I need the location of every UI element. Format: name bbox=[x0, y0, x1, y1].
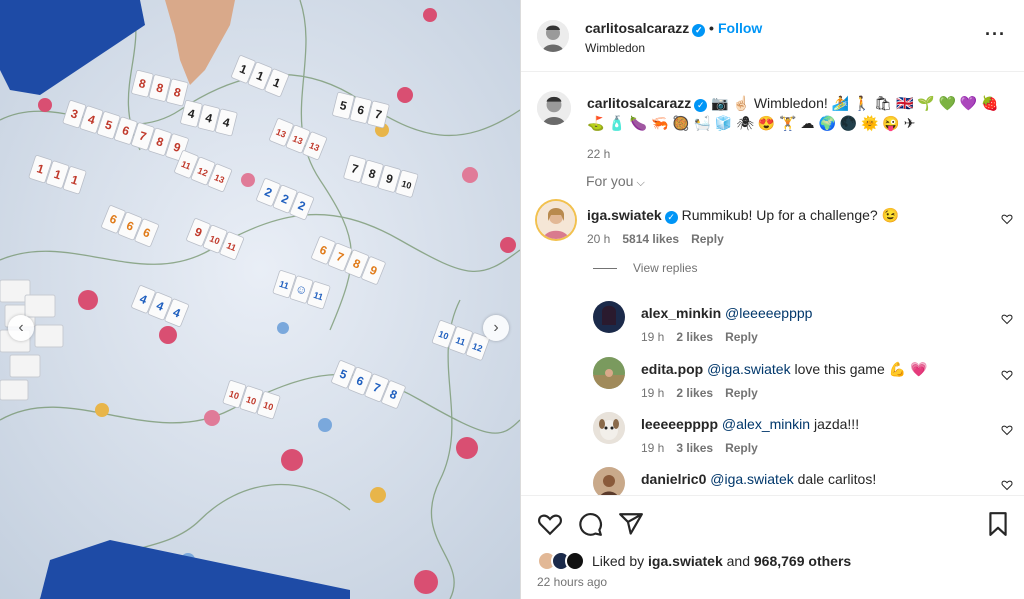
post-photo[interactable]: 8 8 8 3 4 5 6 7 8 9 4 4 4 1 1 1 5 6 7 13 13 13 1 1 1 11 12 13 7 8 9 10 2… bbox=[0, 0, 520, 599]
liked-by-prefix: Liked by bbox=[592, 553, 645, 569]
comment-likes[interactable]: 5814 likes bbox=[622, 232, 679, 246]
liker-avatar bbox=[565, 551, 585, 571]
reply-username[interactable]: danielric0 bbox=[641, 471, 706, 487]
reply-mention[interactable]: @iga.swiatek bbox=[710, 471, 793, 487]
author-username-text[interactable]: carlitosalcarazz bbox=[585, 20, 689, 36]
reply-time: 19 h bbox=[641, 386, 665, 400]
reply-text: love this game 💪 💗 bbox=[794, 361, 928, 377]
rummikub-photo: 8 8 83 4 5 6 7 8 94 4 41 1 15 6 71313131 1 11112137 8 9 102… bbox=[0, 0, 520, 599]
post-header: carlitosalcarazz ✓ • Follow Wimbledon ··· bbox=[521, 0, 1024, 72]
chevron-left-icon: ‹ bbox=[18, 319, 24, 336]
separator-dot: • bbox=[709, 20, 714, 36]
reply-time: 19 h bbox=[641, 330, 665, 344]
post-panel: carlitosalcarazz ✓ • Follow Wimbledon ···… bbox=[520, 0, 1024, 599]
comment-meta: 20 h 5814 likes Reply bbox=[587, 232, 736, 246]
reply-time: 19 h bbox=[641, 441, 665, 455]
comment-icon[interactable] bbox=[577, 511, 603, 537]
follow-button[interactable]: Follow bbox=[718, 20, 762, 36]
verified-icon: ✓ bbox=[664, 211, 678, 224]
comment-time: 20 h bbox=[587, 232, 611, 246]
comment-reply-button[interactable]: Reply bbox=[691, 232, 724, 246]
reply-mention[interactable]: @leeeeepppp bbox=[725, 305, 812, 321]
heart-icon[interactable] bbox=[1001, 369, 1013, 381]
reply-username[interactable]: edita.pop bbox=[641, 361, 703, 377]
liked-by-user[interactable]: iga.swiatek bbox=[648, 553, 723, 569]
reply-mention[interactable]: @alex_minkin bbox=[722, 416, 810, 432]
reply-text-line: alex_minkin @leeeeepppp bbox=[641, 305, 812, 321]
for-you-label: For you bbox=[586, 173, 634, 189]
reply-mention[interactable]: @iga.swiatek bbox=[707, 361, 790, 377]
reply-likes[interactable]: 3 likes bbox=[676, 441, 713, 455]
comment-text: Rummikub! Up for a challenge? 😉 bbox=[681, 207, 900, 223]
view-replies-label: View replies bbox=[633, 261, 698, 275]
comment-username[interactable]: iga.swiatek bbox=[587, 207, 662, 223]
share-icon[interactable] bbox=[618, 511, 644, 537]
author-avatar[interactable] bbox=[537, 20, 569, 52]
replier-avatar[interactable] bbox=[593, 357, 625, 389]
replier-avatar[interactable] bbox=[593, 467, 625, 495]
heart-icon[interactable] bbox=[1001, 479, 1013, 491]
reply-text-line: danielric0 @iga.swiatek dale carlitos! bbox=[641, 471, 876, 487]
verified-icon: ✓ bbox=[692, 24, 706, 37]
next-photo-button[interactable]: › bbox=[483, 315, 509, 341]
reply-reply-button[interactable]: Reply bbox=[725, 386, 758, 400]
reply-reply-button[interactable]: Reply bbox=[725, 441, 758, 455]
heart-icon[interactable] bbox=[1001, 313, 1013, 325]
reply-text: jazda!!! bbox=[813, 416, 860, 432]
caption-text-block: carlitosalcarazz ✓ 📷 ☝🏻 Wimbledon! 🏄 🚶 🛍 … bbox=[587, 93, 1007, 133]
comments-section[interactable]: carlitosalcarazz ✓ 📷 ☝🏻 Wimbledon! 🏄 🚶 🛍 … bbox=[521, 73, 1024, 495]
liker-avatars bbox=[537, 551, 589, 571]
reply-text-line: edita.pop @iga.swiatek love this game 💪 … bbox=[641, 361, 927, 378]
replier-avatar[interactable] bbox=[593, 412, 625, 444]
post-location[interactable]: Wimbledon bbox=[585, 41, 645, 55]
chevron-right-icon: › bbox=[493, 319, 499, 336]
more-icon[interactable]: ··· bbox=[985, 25, 1006, 43]
reply-meta: 19 h 3 likes Reply bbox=[641, 441, 770, 455]
heart-icon[interactable] bbox=[537, 511, 563, 537]
reply-item: alex_minkin @leeeeepppp 19 h 2 likes Reply bbox=[593, 301, 1013, 351]
reply-item: edita.pop @iga.swiatek love this game 💪 … bbox=[593, 357, 1013, 407]
reply-meta: 19 h 2 likes Reply bbox=[641, 386, 770, 400]
heart-icon[interactable] bbox=[1001, 424, 1013, 436]
likes-text: Liked by iga.swiatek and 968,769 others bbox=[592, 553, 851, 569]
chevron-down-icon: ⌵ bbox=[636, 177, 645, 189]
caption-avatar[interactable] bbox=[537, 91, 571, 125]
for-you-toggle[interactable]: For you ⌵ bbox=[586, 173, 645, 190]
reply-likes[interactable]: 2 likes bbox=[676, 330, 713, 344]
caption-time: 22 h bbox=[587, 147, 611, 161]
bookmark-icon[interactable] bbox=[985, 511, 1011, 537]
commenter-avatar[interactable] bbox=[537, 201, 575, 239]
author-username[interactable]: carlitosalcarazz ✓ bbox=[585, 20, 706, 37]
view-replies-dash bbox=[593, 268, 617, 270]
reply-text-line: leeeeepppp @alex_minkin jazda!!! bbox=[641, 416, 859, 432]
reply-likes[interactable]: 2 likes bbox=[676, 386, 713, 400]
liked-by-and: and bbox=[726, 553, 750, 569]
action-bar: Liked by iga.swiatek and 968,769 others … bbox=[521, 495, 1024, 599]
heart-icon[interactable] bbox=[1001, 213, 1013, 225]
reply-item: danielric0 @iga.swiatek dale carlitos! bbox=[593, 467, 1013, 495]
comment-item: iga.swiatek ✓ Rummikub! Up for a challeng… bbox=[537, 201, 1013, 251]
reply-username[interactable]: alex_minkin bbox=[641, 305, 721, 321]
comment-text-line: iga.swiatek ✓ Rummikub! Up for a challeng… bbox=[587, 207, 899, 224]
verified-icon: ✓ bbox=[694, 99, 708, 112]
post-timestamp[interactable]: 22 hours ago bbox=[537, 575, 607, 589]
previous-photo-button[interactable]: ‹ bbox=[8, 315, 34, 341]
replier-avatar[interactable] bbox=[593, 301, 625, 333]
reply-meta: 19 h 2 likes Reply bbox=[641, 330, 770, 344]
reply-item: leeeeepppp @alex_minkin jazda!!! 19 h 3 l… bbox=[593, 412, 1013, 462]
liked-by-count[interactable]: 968,769 others bbox=[754, 553, 851, 569]
reply-text: dale carlitos! bbox=[797, 471, 877, 487]
caption-username[interactable]: carlitosalcarazz bbox=[587, 95, 691, 111]
reply-username[interactable]: leeeeepppp bbox=[641, 416, 718, 432]
view-replies-button[interactable]: View replies bbox=[593, 261, 697, 275]
reply-reply-button[interactable]: Reply bbox=[725, 330, 758, 344]
